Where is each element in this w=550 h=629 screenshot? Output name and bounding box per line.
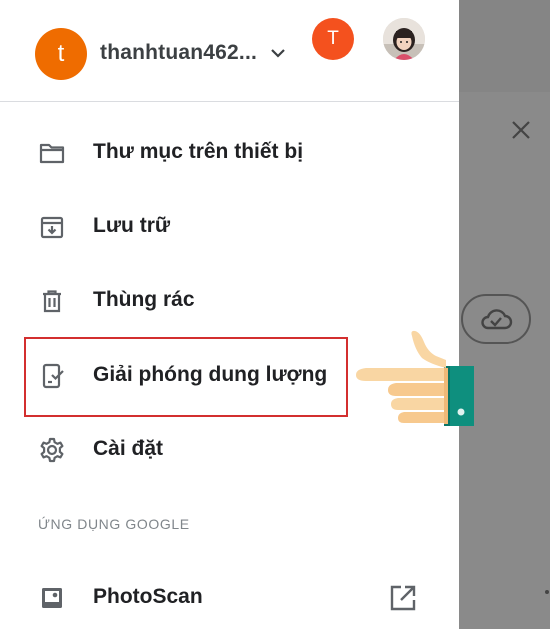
menu-item-archive[interactable]: Lưu trữ xyxy=(0,197,459,257)
other-account-avatar[interactable]: T xyxy=(312,18,354,60)
menu-item-device-folders[interactable]: Thư mục trên thiết bị xyxy=(0,123,459,183)
open-external-icon[interactable] xyxy=(388,583,418,613)
pointing-hand-illustration xyxy=(356,330,474,426)
menu-item-settings[interactable]: Cài đặt xyxy=(0,420,459,480)
menu-item-label: Thùng rác xyxy=(93,288,195,311)
screen: t thanhtuan462... T Thư mục trên thiết b… xyxy=(0,0,550,629)
gear-icon xyxy=(40,437,64,463)
highlight-box xyxy=(24,337,348,417)
menu-item-label: Thư mục trên thiết bị xyxy=(93,140,304,163)
other-account-initial: T xyxy=(327,28,339,49)
close-icon[interactable] xyxy=(511,120,531,140)
menu-item-label: PhotoScan xyxy=(93,585,203,608)
navigation-drawer: t thanhtuan462... T Thư mục trên thiết b… xyxy=(0,0,459,629)
background-app-scrim[interactable] xyxy=(459,0,550,629)
background-dot xyxy=(545,590,549,594)
background-top-bar xyxy=(459,0,550,92)
profile-photo-avatar[interactable] xyxy=(383,18,425,60)
trash-icon xyxy=(43,290,61,313)
menu-item-label: Cài đặt xyxy=(93,437,164,460)
account-header: t thanhtuan462... T xyxy=(0,0,459,102)
profile-photo-image xyxy=(383,18,425,60)
folder-icon xyxy=(39,143,65,164)
account-avatar-initial: t xyxy=(57,40,65,67)
menu-item-label: Lưu trữ xyxy=(93,214,171,237)
section-header-google-apps: ỨNG DỤNG GOOGLE xyxy=(38,516,190,532)
account-name[interactable]: thanhtuan462... xyxy=(100,41,257,65)
menu-item-trash[interactable]: Thùng rác xyxy=(0,271,459,331)
account-avatar[interactable]: t xyxy=(35,28,87,80)
photoscan-icon xyxy=(42,588,62,608)
archive-icon xyxy=(40,216,64,239)
cloud-check-icon xyxy=(481,309,513,330)
chevron-down-icon[interactable] xyxy=(268,43,288,63)
